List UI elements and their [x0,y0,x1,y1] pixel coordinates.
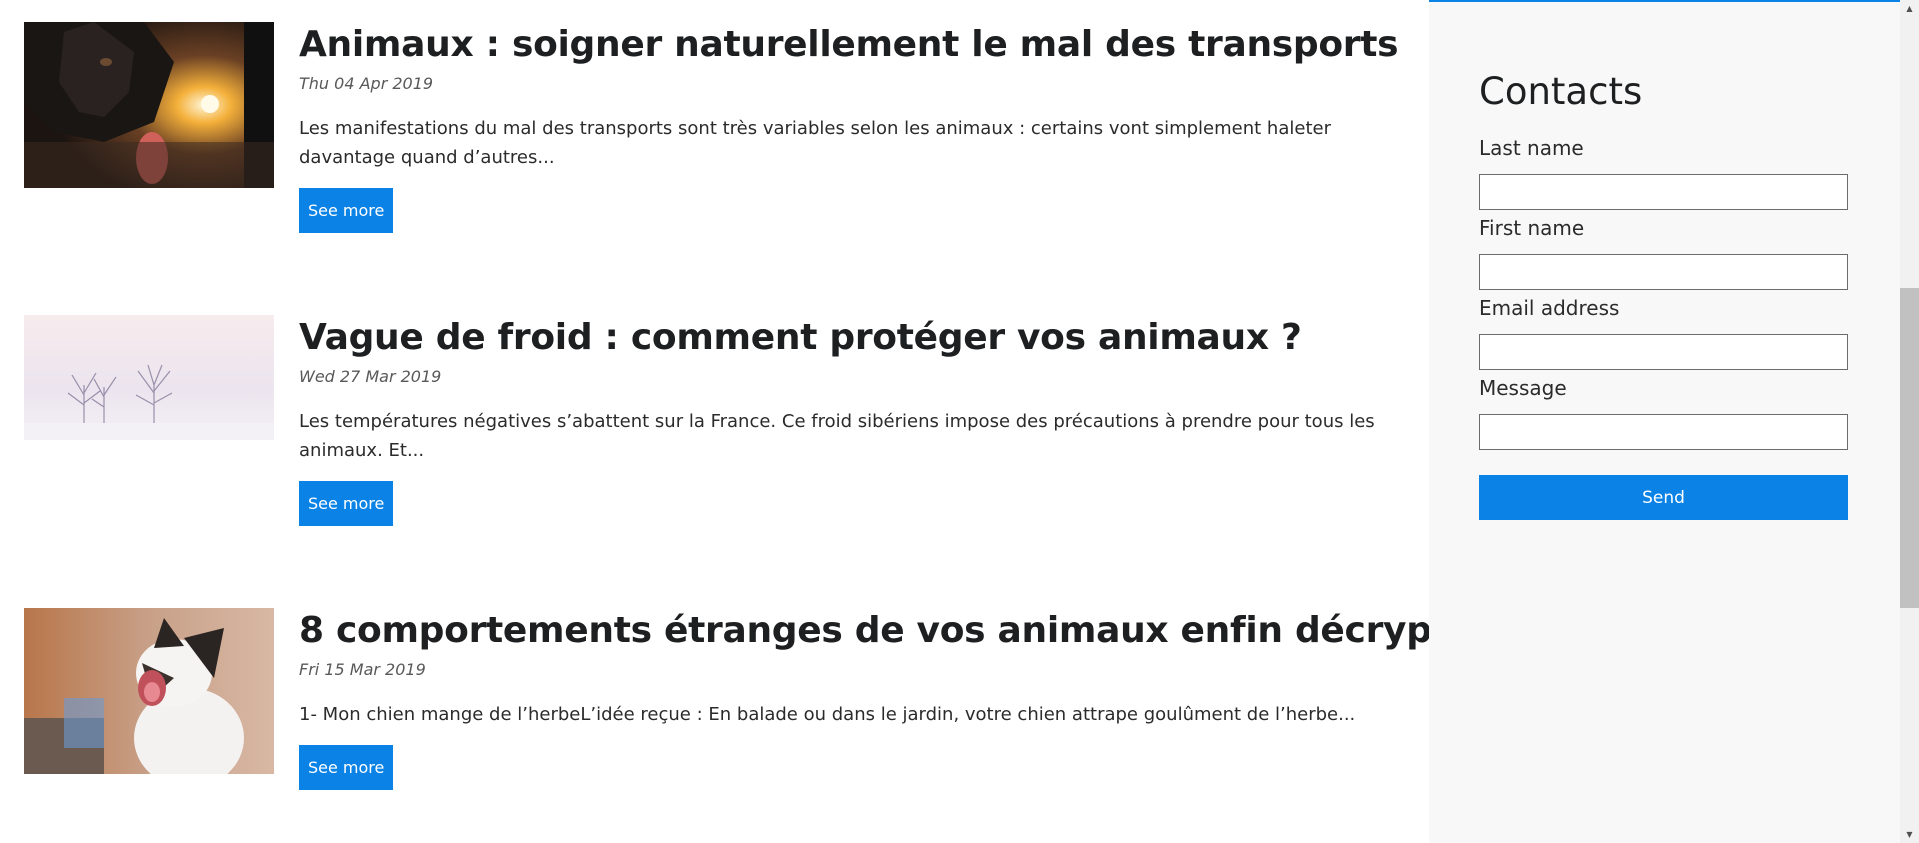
email-address-input[interactable] [1479,334,1848,370]
email-address-label: Email address [1479,296,1620,320]
article-image-winter[interactable] [24,315,274,440]
message-input[interactable] [1479,414,1848,450]
scrollbar-thumb[interactable] [1900,288,1919,608]
article-title[interactable]: Animaux : soigner naturellement le mal d… [299,22,1399,68]
last-name-label: Last name [1479,136,1584,160]
scroll-down-arrow-icon[interactable]: ▼ [1900,826,1919,843]
page-scrollbar[interactable]: ▲ ▼ [1900,0,1919,843]
article-excerpt: Les manifestations du mal des transports… [299,118,1331,168]
message-label: Message [1479,376,1567,400]
article-date: Wed 27 Mar 2019 [299,367,442,386]
send-button[interactable]: Send [1479,475,1848,520]
frosty-trees-photo [24,315,274,440]
first-name-input[interactable] [1479,254,1848,290]
articles-list: Animaux : soigner naturellement le mal d… [0,0,1522,843]
see-more-button[interactable]: See more [299,745,394,790]
article-content: Vague de froid : comment protéger vos an… [299,315,1399,526]
article-excerpt: Les températures négatives s’abattent su… [299,411,1375,461]
contacts-sidebar: Contacts Last name First name Email addr… [1429,2,1900,843]
article-excerpt: 1- Mon chien mange de l’herbeL’idée reçu… [299,704,1356,725]
dog-in-car-photo [24,22,274,188]
see-more-button[interactable]: See more [299,188,394,233]
yawning-cat-photo [24,608,274,774]
article-date: Fri 15 Mar 2019 [299,660,426,679]
article-content: 8 comportements étranges de vos animaux … [299,608,1522,790]
see-more-button[interactable]: See more [299,481,394,526]
first-name-label: First name [1479,216,1585,240]
contacts-title: Contacts [1479,70,1643,113]
article-image-dog[interactable] [24,22,274,188]
scroll-up-arrow-icon[interactable]: ▲ [1900,0,1919,17]
article-image-cat[interactable] [24,608,274,774]
article-title[interactable]: Vague de froid : comment protéger vos an… [299,315,1399,361]
article-title[interactable]: 8 comportements étranges de vos animaux … [299,608,1522,654]
article-content: Animaux : soigner naturellement le mal d… [299,22,1399,233]
last-name-input[interactable] [1479,174,1848,210]
article-date: Thu 04 Apr 2019 [299,74,434,93]
